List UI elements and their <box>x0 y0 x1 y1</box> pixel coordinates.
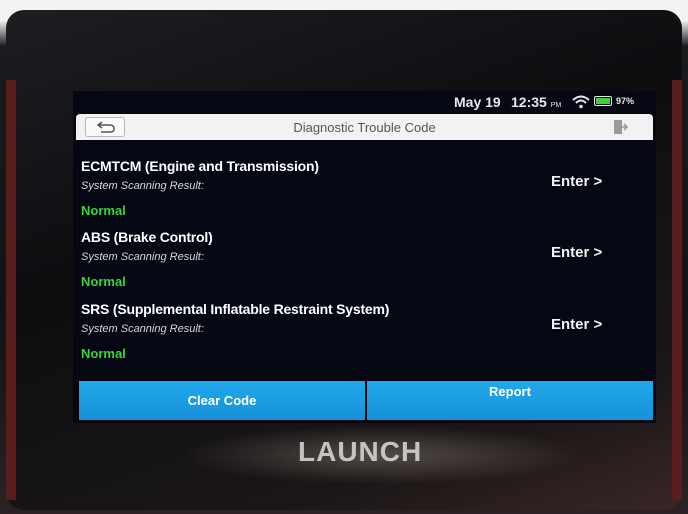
bottom-button-bar: Clear Code Report <box>79 381 653 420</box>
scan-result-label: System Scanning Result: <box>81 180 204 192</box>
battery-fill <box>596 98 610 104</box>
system-row-abs[interactable]: ABS (Brake Control) System Scanning Resu… <box>73 229 656 301</box>
status-bar: May 19 12:35 PM 97% <box>73 91 656 113</box>
scan-result-status: Normal <box>81 274 126 289</box>
clear-code-button[interactable]: Clear Code <box>79 381 365 420</box>
title-bar: Diagnostic Trouble Code <box>76 114 653 140</box>
enter-button[interactable]: Enter > <box>551 244 602 261</box>
enter-button[interactable]: Enter > <box>551 316 602 333</box>
exit-icon[interactable] <box>612 119 628 135</box>
status-date: May 19 <box>454 94 501 110</box>
report-button[interactable]: Report <box>367 381 653 420</box>
system-row-srs[interactable]: SRS (Supplemental Inflatable Restraint S… <box>73 301 656 373</box>
wifi-icon <box>572 95 590 109</box>
battery-icon <box>594 96 612 106</box>
system-name: ABS (Brake Control) <box>81 229 213 245</box>
brand-logo: LAUNCH <box>298 436 423 467</box>
system-name: SRS (Supplemental Inflatable Restraint S… <box>81 301 390 317</box>
status-time: 12:35 PM <box>511 94 561 110</box>
system-row-ecmtcm[interactable]: ECMTCM (Engine and Transmission) System … <box>73 158 656 230</box>
device-screen: May 19 12:35 PM 97% Diagnostic Trouble C… <box>73 91 656 423</box>
scan-result-status: Normal <box>81 203 126 218</box>
enter-button[interactable]: Enter > <box>551 173 602 190</box>
scan-result-status: Normal <box>81 346 126 361</box>
page-title: Diagnostic Trouble Code <box>293 120 436 135</box>
status-ampm: PM <box>550 102 562 109</box>
battery-percent: 97% <box>616 96 635 106</box>
scan-result-label: System Scanning Result: <box>81 251 204 263</box>
device-edge-right <box>672 80 682 500</box>
system-name: ECMTCM (Engine and Transmission) <box>81 158 319 174</box>
scan-result-label: System Scanning Result: <box>81 323 204 335</box>
device-edge-left <box>6 80 16 500</box>
status-time-value: 12:35 <box>511 94 547 110</box>
